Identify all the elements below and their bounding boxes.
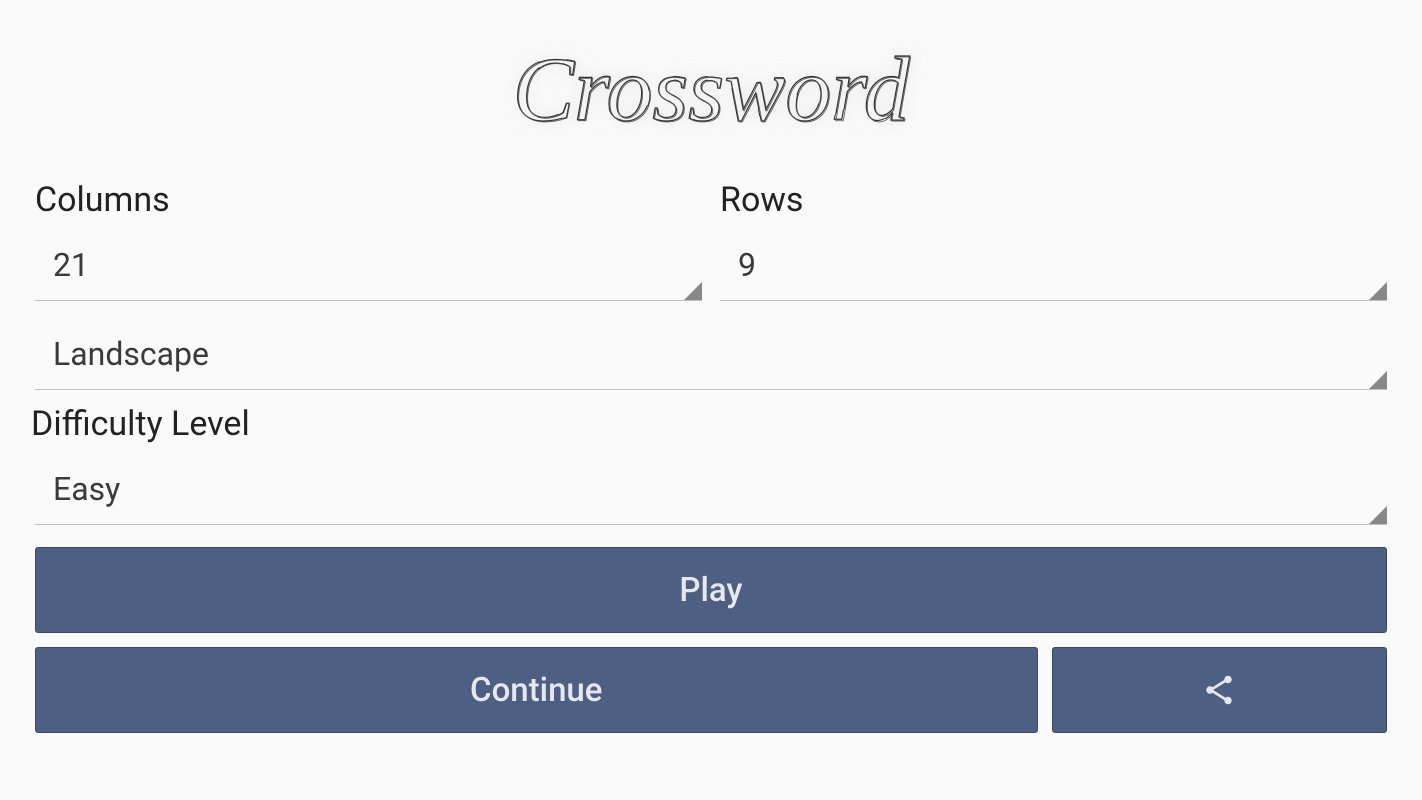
- orientation-spinner[interactable]: Landscape: [35, 319, 1387, 390]
- rows-field-group: Rows 9: [720, 180, 1387, 301]
- title-area: Crossword Crossword: [0, 0, 1422, 180]
- play-button[interactable]: Play: [35, 547, 1387, 633]
- settings-form: Columns 21 Rows 9 Landscape Difficulty L…: [0, 180, 1422, 800]
- columns-label: Columns: [35, 180, 702, 220]
- columns-value: 21: [53, 246, 89, 284]
- rows-label: Rows: [720, 180, 1387, 220]
- share-icon: [1201, 672, 1237, 708]
- dropdown-arrow-icon: [684, 282, 702, 300]
- difficulty-spinner[interactable]: Easy: [35, 454, 1387, 525]
- share-button[interactable]: [1052, 647, 1388, 733]
- dropdown-arrow-icon: [1369, 506, 1387, 524]
- orientation-value: Landscape: [53, 335, 209, 373]
- dropdown-arrow-icon: [1369, 282, 1387, 300]
- app-title-logo: Crossword Crossword: [431, 10, 991, 170]
- difficulty-label: Difficulty Level: [31, 404, 1387, 444]
- columns-spinner[interactable]: 21: [35, 230, 702, 301]
- difficulty-value: Easy: [53, 470, 120, 508]
- svg-text:Crossword: Crossword: [513, 39, 911, 141]
- continue-button[interactable]: Continue: [35, 647, 1038, 733]
- columns-field-group: Columns 21: [35, 180, 702, 301]
- rows-value: 9: [738, 246, 756, 284]
- dropdown-arrow-icon: [1369, 371, 1387, 389]
- rows-spinner[interactable]: 9: [720, 230, 1387, 301]
